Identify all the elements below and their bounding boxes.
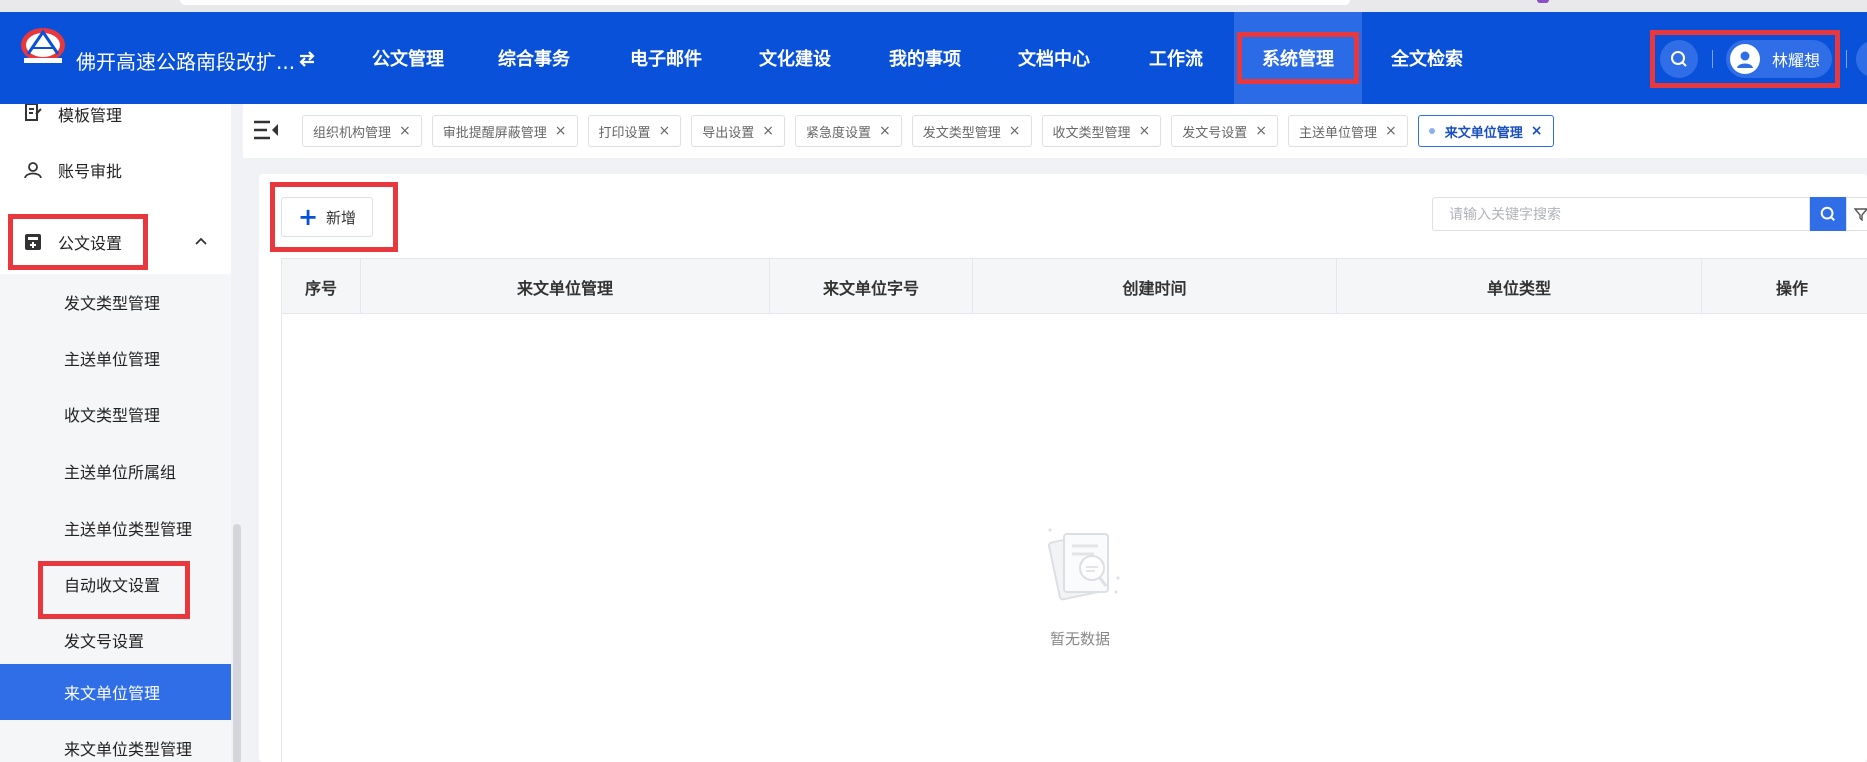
close-icon[interactable]: × xyxy=(399,123,411,139)
incoming-unit-table: 序号 来文单位管理 来文单位字号 创建时间 单位类型 操作 xyxy=(281,258,1867,762)
close-icon[interactable]: × xyxy=(1385,123,1397,139)
switch-system-icon[interactable] xyxy=(296,48,318,70)
filter-button[interactable] xyxy=(1846,197,1867,231)
sidebar-subitem-receive-type[interactable]: 收文类型管理 xyxy=(0,386,231,442)
active-dot xyxy=(1428,128,1435,134)
tab-print-settings[interactable]: 打印设置 × xyxy=(587,115,682,147)
open-tabs: 组织机构管理 × 审批提醒屏蔽管理 × 打印设置 × 导出设置 × 紧急度设置 × 发文类… xyxy=(302,115,1564,147)
nav-item-workflow[interactable]: 工作流 xyxy=(1118,12,1234,104)
user-avatar-icon xyxy=(1737,51,1753,68)
tab-receive-type[interactable]: 收文类型管理 × xyxy=(1041,115,1162,147)
col-header-actions: 操作 xyxy=(1775,278,1808,298)
user-outline-icon xyxy=(22,159,44,181)
sidebar-subitem-send-number[interactable]: 发文号设置 xyxy=(0,612,231,668)
global-search-button[interactable] xyxy=(1660,40,1698,78)
filter-icon xyxy=(1854,208,1867,221)
tab-urgency-settings[interactable]: 紧急度设置 × xyxy=(795,115,902,147)
active-subitem-highlight xyxy=(38,561,190,619)
extension-indicator xyxy=(1537,0,1549,3)
sidebar-item-account-approval[interactable]: 账号审批 xyxy=(0,152,231,188)
scrollbar-thumb[interactable] xyxy=(233,524,241,762)
nav-item-my-tasks[interactable]: 我的事项 xyxy=(860,12,990,104)
empty-data-icon xyxy=(1048,528,1120,601)
sidebar: 模板管理 账号审批 公文设置 发文类型管理 主送单位管理 收文类型管理 主送单位… xyxy=(0,104,231,762)
nav-item-document-center[interactable]: 文档中心 xyxy=(990,12,1118,104)
avatar xyxy=(1730,44,1760,74)
tab-export-settings[interactable]: 导出设置 × xyxy=(691,115,785,147)
nav-item-culture[interactable]: 文化建设 xyxy=(730,12,860,104)
sidebar-item-template-management[interactable]: 模板管理 xyxy=(0,102,231,125)
tab-send-type[interactable]: 发文类型管理 × xyxy=(911,115,1032,147)
sidebar-scrollbar[interactable] xyxy=(231,104,243,762)
close-icon[interactable]: × xyxy=(1531,123,1543,139)
col-header-unit-type: 单位类型 xyxy=(1337,259,1702,314)
sidebar-subitem-main-recipient[interactable]: 主送单位管理 xyxy=(0,330,231,386)
search-button[interactable] xyxy=(1810,197,1846,231)
close-icon[interactable]: × xyxy=(659,123,671,139)
close-icon[interactable]: × xyxy=(1139,123,1151,139)
col-header-unit-name: 来文单位管理 xyxy=(361,259,770,314)
nav-item-email[interactable]: 电子邮件 xyxy=(602,12,730,104)
file-edit-icon xyxy=(22,102,44,124)
sidebar-subitem-incoming-unit[interactable]: 来文单位管理 xyxy=(0,664,231,720)
user-name: 林耀想 xyxy=(1772,51,1821,70)
close-icon[interactable]: × xyxy=(555,123,567,139)
browser-top-strip xyxy=(0,0,1867,12)
col-header-index: 序号 xyxy=(282,259,361,314)
user-menu[interactable]: 林耀想 xyxy=(1726,40,1832,78)
table-header: 序号 来文单位管理 来文单位字号 创建时间 单位类型 操作 xyxy=(282,258,1867,314)
tab-incoming-unit[interactable]: 来文单位管理 × xyxy=(1417,115,1554,147)
sidebar-item-label: 模板管理 xyxy=(58,106,123,125)
collapse-sidebar-icon[interactable] xyxy=(253,118,279,142)
header-divider xyxy=(1712,50,1713,68)
chevron-up-icon[interactable] xyxy=(194,236,208,246)
company-logo xyxy=(21,28,65,63)
col-header-created-time: 创建时间 xyxy=(973,259,1337,314)
nav-item-document-management[interactable]: 公文管理 xyxy=(350,12,466,104)
search-icon xyxy=(1820,206,1836,222)
plus-icon: + xyxy=(297,203,319,231)
main-nav: 公文管理 综合事务 电子邮件 文化建设 我的事项 文档中心 工作流 系统管理 全… xyxy=(350,12,1492,104)
address-bar-edge xyxy=(180,0,1350,5)
close-icon[interactable]: × xyxy=(1255,123,1267,139)
add-button[interactable]: + 新增 xyxy=(281,197,373,237)
close-icon[interactable]: × xyxy=(1009,123,1021,139)
tab-main-recipient[interactable]: 主送单位管理 × xyxy=(1288,115,1408,147)
app-title: 佛开高速公路南段改扩... xyxy=(76,50,296,74)
sidebar-subitem-incoming-unit-type[interactable]: 来文单位类型管理 xyxy=(0,728,231,762)
search-icon xyxy=(1671,51,1687,67)
close-icon[interactable]: × xyxy=(762,123,774,139)
search-input[interactable]: 请输入关键字搜索 xyxy=(1432,197,1810,231)
nav-item-general-affairs[interactable]: 综合事务 xyxy=(466,12,602,104)
sidebar-subitem-recipient-type[interactable]: 主送单位类型管理 xyxy=(0,500,231,556)
nav-item-system-management[interactable]: 系统管理 xyxy=(1234,12,1362,104)
header-divider-2 xyxy=(1846,50,1847,68)
sidebar-subitem-recipient-group[interactable]: 主送单位所属组 xyxy=(0,442,231,500)
nav-item-full-text-search[interactable]: 全文检索 xyxy=(1362,12,1492,104)
tab-approval-mute[interactable]: 审批提醒屏蔽管理 × xyxy=(431,115,578,147)
sidebar-item-label: 账号审批 xyxy=(58,162,123,181)
empty-state-text: 暂无数据 xyxy=(1049,630,1110,648)
sidebar-subitem-send-type[interactable]: 发文类型管理 xyxy=(0,274,231,330)
col-header-unit-code: 来文单位字号 xyxy=(770,259,973,314)
settings-group-highlight xyxy=(8,214,148,270)
tab-org-management[interactable]: 组织机构管理 × xyxy=(302,115,422,147)
close-icon[interactable]: × xyxy=(879,123,891,139)
tab-send-number[interactable]: 发文号设置 × xyxy=(1171,115,1278,147)
